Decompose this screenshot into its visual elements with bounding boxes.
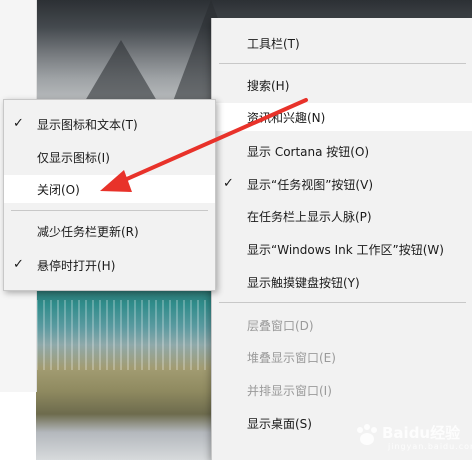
menu-item-stack-windows: 堆叠显示窗口(E) — [212, 343, 472, 371]
submenu-item-reduce-updates[interactable]: 减少任务栏更新(R) — [4, 217, 215, 245]
submenu-item-show-icon-only[interactable]: 仅显示图标(I) — [4, 143, 215, 171]
menu-item-label: 在任务栏上显示人脉(P) — [247, 209, 372, 224]
check-icon: ✓ — [13, 116, 24, 131]
menu-separator — [219, 302, 466, 303]
menu-item-label: 显示“Windows Ink 工作区”按钮(W) — [247, 242, 444, 257]
menu-item-toolbars[interactable]: 工具栏(T) — [212, 29, 472, 57]
menu-item-label: 层叠窗口(D) — [247, 318, 314, 333]
menu-item-news-and-interests[interactable]: 资讯和兴趣(N) — [212, 103, 472, 131]
menu-item-label: 显示“任务视图”按钮(V) — [247, 177, 374, 192]
menu-item-label: 显示 Cortana 按钮(O) — [247, 144, 370, 159]
menu-item-label: 显示图标和文本(T) — [37, 117, 138, 132]
menu-separator — [11, 210, 208, 211]
menu-item-show-windows-ink[interactable]: 显示“Windows Ink 工作区”按钮(W) — [212, 235, 472, 263]
menu-item-label: 堆叠显示窗口(E) — [247, 350, 336, 365]
menu-item-label: 资讯和兴趣(N) — [247, 110, 326, 125]
menu-item-label: 悬停时打开(H) — [37, 258, 116, 273]
submenu-item-show-icon-and-text[interactable]: ✓ 显示图标和文本(T) — [4, 110, 215, 138]
watermark-label: Baidu经验 — [382, 424, 461, 442]
watermark-url: jingyan.baidu.com — [388, 442, 472, 451]
menu-item-cascade-windows: 层叠窗口(D) — [212, 311, 472, 339]
submenu-item-open-on-hover[interactable]: ✓ 悬停时打开(H) — [4, 251, 215, 279]
menu-item-label: 显示触摸键盘按钮(Y) — [247, 275, 360, 290]
menu-item-show-task-view[interactable]: ✓ 显示“任务视图”按钮(V) — [212, 170, 472, 198]
menu-item-search[interactable]: 搜索(H) — [212, 71, 472, 99]
menu-item-show-cortana[interactable]: 显示 Cortana 按钮(O) — [212, 137, 472, 165]
submenu-item-turn-off[interactable]: 关闭(O) — [4, 175, 215, 203]
menu-item-show-people[interactable]: 在任务栏上显示人脉(P) — [212, 202, 472, 230]
menu-item-side-by-side-windows: 并排显示窗口(I) — [212, 376, 472, 404]
menu-item-label: 并排显示窗口(I) — [247, 383, 332, 398]
watermark: Baidu经验 jingyan.baidu.com — [354, 416, 472, 456]
lake-reflection — [36, 300, 216, 370]
news-and-interests-submenu: ✓ 显示图标和文本(T) 仅显示图标(I) 关闭(O) 减少任务栏更新(R) ✓… — [3, 99, 216, 291]
menu-item-label: 显示桌面(S) — [247, 416, 312, 431]
taskbar-context-menu: 工具栏(T) 搜索(H) 资讯和兴趣(N) 显示 Cortana 按钮(O) ✓… — [211, 18, 472, 460]
menu-item-show-touch-keyboard[interactable]: 显示触摸键盘按钮(Y) — [212, 268, 472, 296]
menu-item-label: 搜索(H) — [247, 78, 290, 93]
menu-item-label: 工具栏(T) — [247, 36, 300, 51]
menu-item-label: 减少任务栏更新(R) — [37, 224, 139, 239]
paw-icon — [357, 424, 377, 445]
menu-item-label: 关闭(O) — [37, 182, 80, 197]
menu-separator — [219, 63, 466, 64]
check-icon: ✓ — [13, 257, 24, 272]
menu-item-label: 仅显示图标(I) — [37, 150, 110, 165]
check-icon: ✓ — [223, 176, 234, 191]
